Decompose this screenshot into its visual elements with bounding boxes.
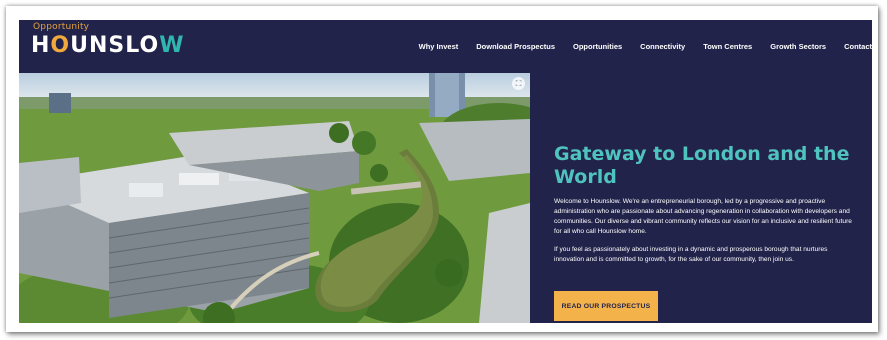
nav-links: Why Invest Download Prospectus Opportuni… <box>401 20 872 73</box>
nav-item-connectivity[interactable]: Connectivity <box>640 42 685 51</box>
read-prospectus-button[interactable]: READ OUR PROSPECTUS <box>554 291 658 321</box>
logo-letter-o: O <box>50 33 71 58</box>
logo-tagline: Opportunity <box>33 22 90 32</box>
hero-invest-paragraph: If you feel as passionately about invest… <box>554 246 828 263</box>
nav-item-opportunities[interactable]: Opportunities <box>573 42 622 51</box>
aerial-view-illustration <box>19 73 530 323</box>
logo-letters-h: H <box>31 33 51 58</box>
expand-icon[interactable]: ⛶ <box>512 77 525 90</box>
hero-title: Gateway to London and the World <box>554 143 850 188</box>
logo-letter-w: W <box>159 33 185 58</box>
nav-item-growth-sectors[interactable]: Growth Sectors <box>770 42 826 51</box>
nav-item-town-centres[interactable]: Town Centres <box>703 42 752 51</box>
nav-item-why-invest[interactable]: Why Invest <box>419 42 459 51</box>
hero-intro-paragraph: Welcome to Hounslow. We're an entreprene… <box>554 198 852 235</box>
logo-letters-middle: UNSLO <box>70 33 160 58</box>
hero-text-panel: Gateway to London and the World Welcome … <box>530 73 872 323</box>
logo-wordmark: HOUNSLOW <box>31 33 184 59</box>
nav-item-contact[interactable]: Contact <box>844 42 872 51</box>
top-navbar: Opportunity HOUNSLOW Why Invest Download… <box>19 20 872 73</box>
nav-item-download-prospectus[interactable]: Download Prospectus <box>476 42 555 51</box>
hero-aerial-photo: ⛶ <box>19 73 530 323</box>
